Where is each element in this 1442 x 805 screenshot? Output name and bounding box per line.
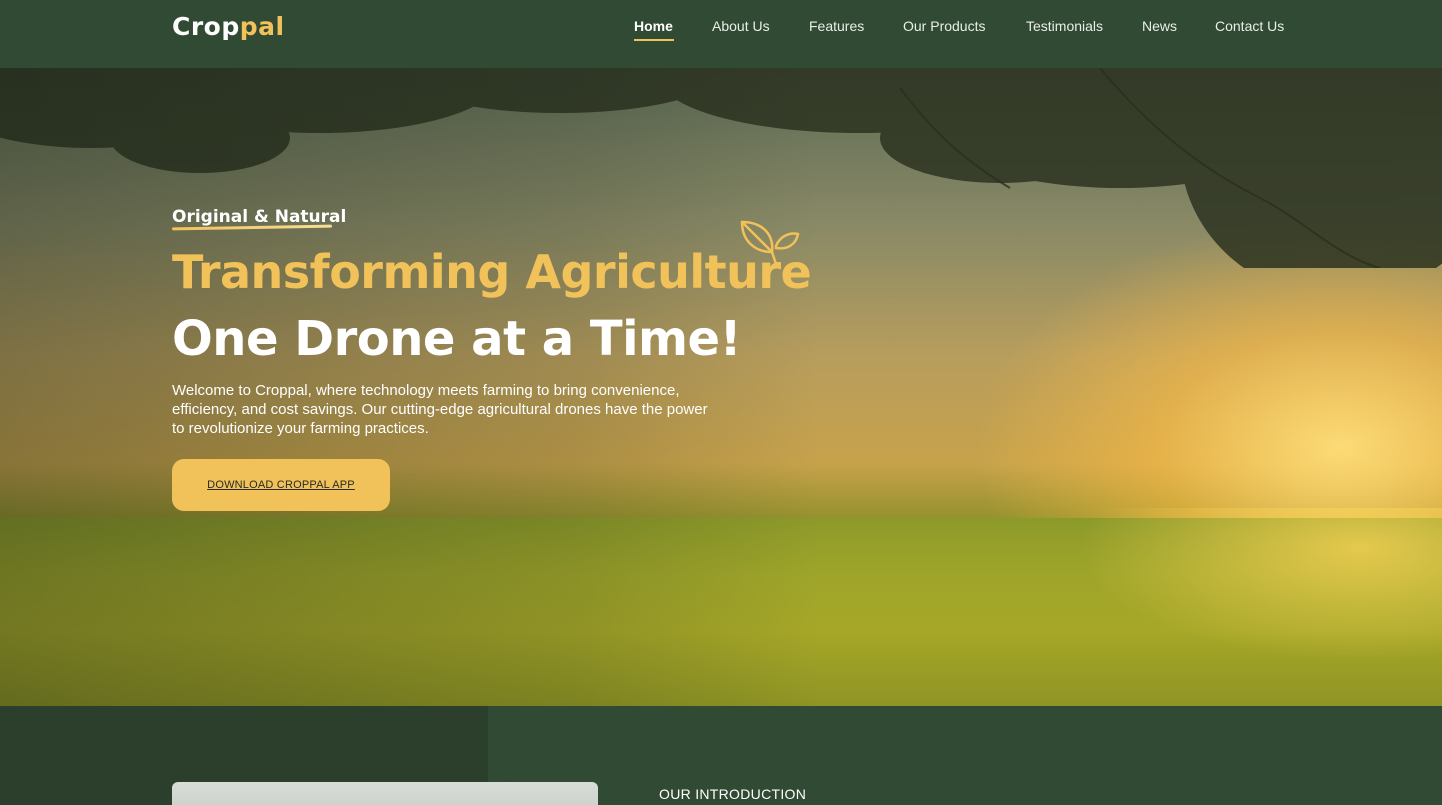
hero-description: Welcome to Croppal, where technology mee… (172, 382, 708, 437)
hero-headline-line-2: One Drone at a Time! (172, 311, 741, 367)
nav-item-our-products[interactable]: Our Products (903, 18, 985, 34)
leaf-icon (740, 220, 800, 266)
nav-item-contact-us[interactable]: Contact Us (1215, 18, 1284, 34)
introduction-label: OUR INTRODUCTION (659, 786, 807, 802)
sunlight-glow (900, 508, 1442, 706)
introduction-image (172, 782, 598, 805)
hero-headline-line-1: Transforming Agriculture (172, 245, 812, 299)
introduction-section: OUR INTRODUCTION (0, 706, 1442, 805)
nav-item-testimonials[interactable]: Testimonials (1026, 18, 1103, 34)
nav-item-features[interactable]: Features (809, 18, 864, 34)
download-app-button[interactable]: DOWNLOAD CROPPAL APP (172, 459, 390, 511)
download-app-button-label: DOWNLOAD CROPPAL APP (207, 479, 355, 491)
nav-item-about-us[interactable]: About Us (712, 18, 770, 34)
nav-active-indicator (634, 39, 674, 41)
nav-item-news[interactable]: News (1142, 18, 1177, 34)
site-header: Croppal Home About Us Features Our Produ… (0, 0, 1442, 68)
main-nav: Home About Us Features Our Products Test… (0, 18, 1442, 48)
nav-item-home[interactable]: Home (634, 18, 673, 34)
